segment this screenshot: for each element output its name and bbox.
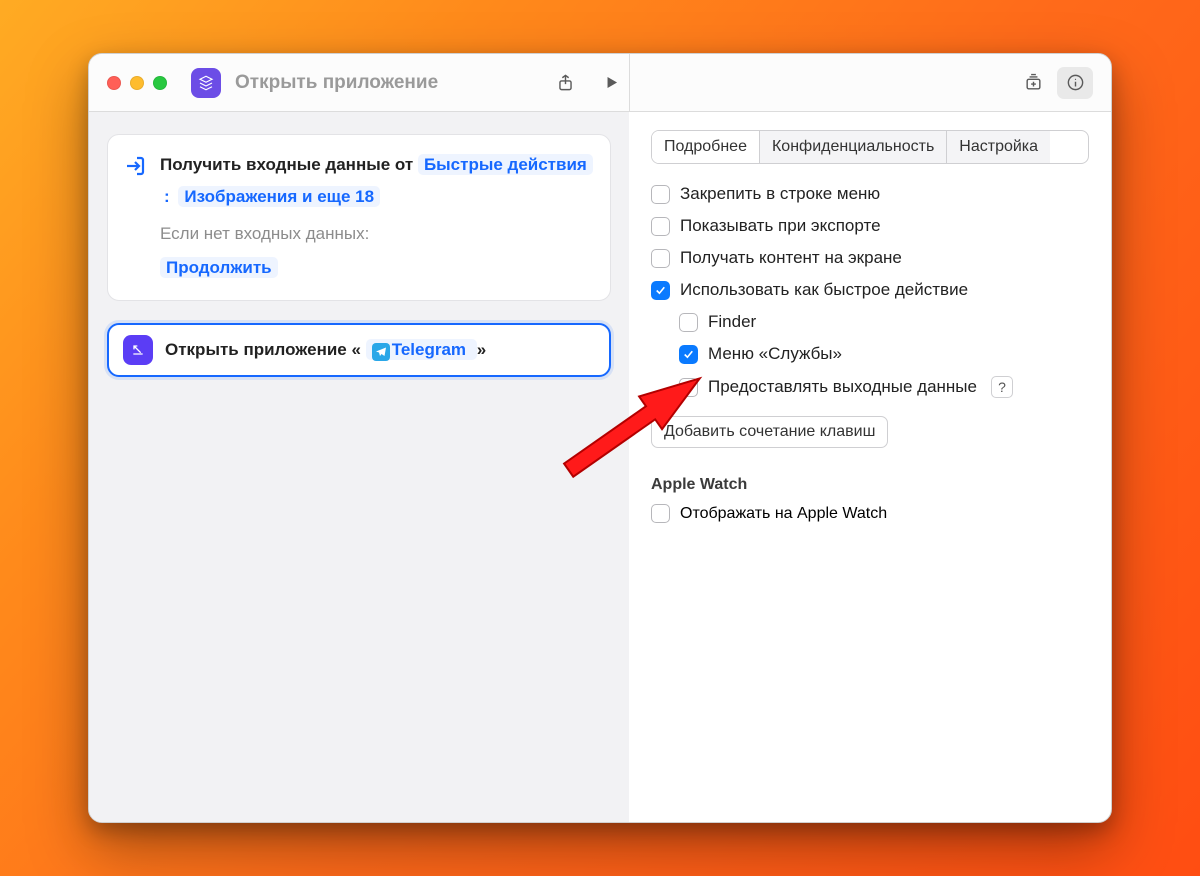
- inspector-pane: Подробнее Конфиденциальность Настройка З…: [629, 112, 1111, 822]
- input-prefix: Получить входные данные от: [160, 155, 413, 174]
- input-icon: [122, 153, 148, 179]
- label-receive-screen: Получать контент на экране: [680, 248, 902, 268]
- help-provide-output[interactable]: ?: [991, 376, 1013, 398]
- run-button[interactable]: [593, 67, 629, 99]
- label-show-export: Показывать при экспорте: [680, 216, 881, 236]
- option-receive-screen: Получать контент на экране: [651, 248, 1089, 268]
- share-button[interactable]: [547, 67, 583, 99]
- window-body: Получить входные данные от Быстрые дейст…: [89, 112, 1111, 822]
- option-apple-watch: Отображать на Apple Watch: [651, 504, 1089, 523]
- open-app-action-text: Открыть приложение « Telegram »: [165, 340, 486, 361]
- no-input-label: Если нет входных данных:: [160, 218, 596, 250]
- details-options: Закрепить в строке меню Показывать при э…: [651, 184, 1089, 398]
- fullscreen-window-button[interactable]: [153, 76, 167, 90]
- option-pin-menu: Закрепить в строке меню: [651, 184, 1089, 204]
- titlebar: Открыть приложение: [89, 54, 1111, 112]
- option-services: Меню «Службы»: [679, 344, 1089, 364]
- minimize-window-button[interactable]: [130, 76, 144, 90]
- open-quote: «: [352, 340, 361, 359]
- window-controls: [107, 76, 167, 90]
- checkbox-provide-output[interactable]: [679, 378, 698, 397]
- close-quote: »: [477, 340, 486, 359]
- checkbox-finder[interactable]: [679, 313, 698, 332]
- titlebar-right: [629, 54, 1111, 111]
- telegram-icon: [372, 343, 390, 361]
- open-app-prefix: Открыть приложение: [165, 340, 347, 359]
- app-token[interactable]: Telegram: [366, 339, 477, 360]
- editor-pane: Получить входные данные от Быстрые дейст…: [89, 112, 629, 822]
- library-button[interactable]: [1015, 67, 1051, 99]
- shortcut-input-card[interactable]: Получить входные данные от Быстрые дейст…: [107, 134, 611, 301]
- checkbox-pin-menu[interactable]: [651, 185, 670, 204]
- label-provide-output: Предоставлять выходные данные: [708, 377, 977, 397]
- option-finder: Finder: [679, 312, 1089, 332]
- app-name: Telegram: [392, 340, 466, 359]
- close-window-button[interactable]: [107, 76, 121, 90]
- label-pin-menu: Закрепить в строке меню: [680, 184, 880, 204]
- tab-details[interactable]: Подробнее: [652, 131, 760, 163]
- option-provide-output: Предоставлять выходные данные ?: [679, 376, 1089, 398]
- label-services: Меню «Службы»: [708, 344, 842, 364]
- checkbox-quick-action[interactable]: [651, 281, 670, 300]
- tab-setup[interactable]: Настройка: [947, 131, 1050, 163]
- apple-watch-heading: Apple Watch: [651, 476, 1089, 494]
- checkbox-show-export[interactable]: [651, 217, 670, 236]
- input-source-token[interactable]: Быстрые действия: [418, 154, 593, 175]
- checkbox-receive-screen[interactable]: [651, 249, 670, 268]
- checkbox-services[interactable]: [679, 345, 698, 364]
- window-title: Открыть приложение: [235, 72, 438, 94]
- label-quick-action: Использовать как быстрое действие: [680, 280, 968, 300]
- titlebar-left: Открыть приложение: [89, 67, 629, 99]
- tab-privacy[interactable]: Конфиденциальность: [760, 131, 947, 163]
- info-inspector-button[interactable]: [1057, 67, 1093, 99]
- label-apple-watch: Отображать на Apple Watch: [680, 505, 887, 523]
- input-colon: :: [160, 187, 174, 206]
- checkbox-apple-watch[interactable]: [651, 504, 670, 523]
- input-types-token[interactable]: Изображения и еще 18: [178, 186, 380, 207]
- option-quick-action: Использовать как быстрое действие: [651, 280, 1089, 300]
- shortcut-app-icon: [191, 68, 221, 98]
- open-app-action-card[interactable]: Открыть приложение « Telegram »: [107, 323, 611, 377]
- inspector-tabs: Подробнее Конфиденциальность Настройка: [651, 130, 1089, 164]
- add-keyboard-shortcut-button[interactable]: Добавить сочетание клавиш: [651, 416, 888, 448]
- no-input-action-token[interactable]: Продолжить: [160, 257, 278, 278]
- open-app-action-icon: [123, 335, 153, 365]
- label-finder: Finder: [708, 312, 756, 332]
- option-show-export: Показывать при экспорте: [651, 216, 1089, 236]
- shortcuts-window: Открыть приложение: [88, 53, 1112, 823]
- input-card-text: Получить входные данные от Быстрые дейст…: [160, 149, 596, 214]
